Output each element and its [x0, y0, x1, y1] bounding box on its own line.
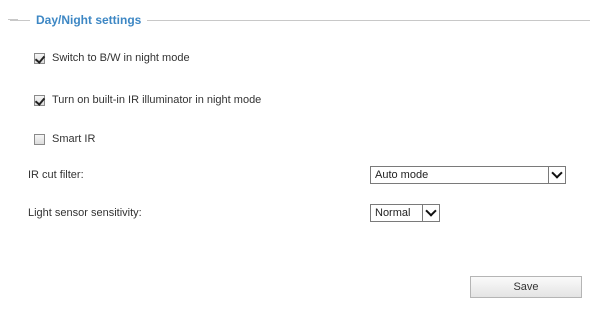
chevron-down-icon[interactable]: [548, 167, 565, 183]
section-title: Day/Night settings: [30, 12, 148, 28]
day-night-settings-panel: Day/Night settings Switch to B/W in nigh…: [0, 0, 596, 325]
smart-ir-checkbox[interactable]: [34, 133, 45, 145]
smart-ir-label: Smart IR: [52, 133, 96, 145]
ir-cut-filter-label: IR cut filter:: [28, 169, 84, 181]
ir-illuminator-option[interactable]: Turn on built-in IR illuminator in night…: [34, 92, 261, 108]
ir-cut-filter-select[interactable]: Auto mode: [370, 166, 566, 184]
save-button[interactable]: Save: [470, 276, 582, 298]
light-sensor-select[interactable]: Normal: [370, 204, 440, 222]
smart-ir-option[interactable]: Smart IR: [34, 131, 95, 147]
switch-bw-label: Switch to B/W in night mode: [52, 52, 190, 64]
switch-bw-checkbox[interactable]: [34, 52, 45, 64]
ir-illuminator-label: Turn on built-in IR illuminator in night…: [52, 94, 262, 106]
light-sensor-label: Light sensor sensitivity:: [28, 207, 142, 219]
switch-bw-option[interactable]: Switch to B/W in night mode: [34, 50, 190, 66]
ir-illuminator-checkbox[interactable]: [34, 94, 45, 106]
light-sensor-value: Normal: [375, 207, 411, 219]
chevron-down-icon[interactable]: [422, 205, 439, 221]
ir-cut-filter-value: Auto mode: [375, 169, 429, 181]
